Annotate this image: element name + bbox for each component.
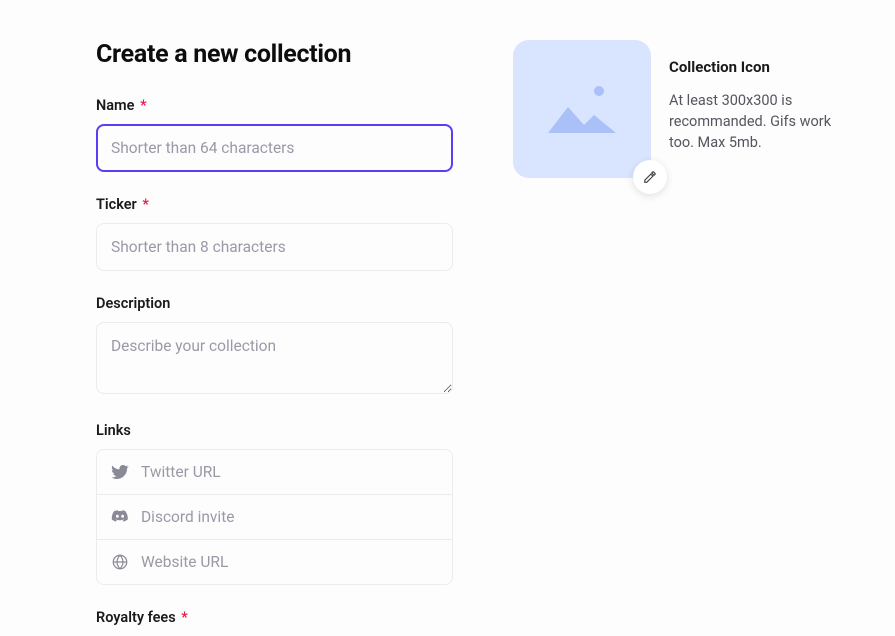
link-row-discord [97, 494, 452, 539]
field-description: Description [96, 295, 453, 398]
links-label-text: Links [96, 422, 131, 439]
ticker-input[interactable] [96, 223, 453, 271]
twitter-input[interactable] [141, 463, 438, 481]
link-row-website [97, 539, 452, 584]
name-input[interactable] [96, 124, 453, 172]
field-links: Links [96, 422, 453, 585]
royalty-label: Royalty fees * [96, 609, 453, 626]
link-row-twitter [97, 450, 452, 494]
icon-meta-title: Collection Icon [669, 58, 859, 76]
royalty-label-text: Royalty fees [96, 609, 176, 626]
links-group [96, 449, 453, 585]
field-name: Name * [96, 97, 453, 172]
name-label-text: Name [96, 97, 134, 114]
name-label: Name * [96, 97, 453, 114]
icon-upload-box[interactable] [513, 40, 651, 178]
discord-input[interactable] [141, 508, 438, 526]
image-placeholder-icon [544, 81, 620, 137]
twitter-icon [111, 463, 129, 481]
links-label: Links [96, 422, 453, 439]
ticker-label: Ticker * [96, 196, 453, 213]
description-label-text: Description [96, 295, 170, 312]
globe-icon [111, 553, 129, 571]
page-title: Create a new collection [96, 40, 453, 69]
create-collection-form: Create a new collection Name * Ticker * … [96, 40, 453, 636]
description-textarea[interactable] [96, 322, 453, 394]
icon-panel: Collection Icon At least 300x300 is reco… [513, 40, 859, 636]
website-input[interactable] [141, 553, 438, 571]
field-royalty: Royalty fees * [96, 609, 453, 626]
icon-meta-helper: At least 300x300 is recommanded. Gifs wo… [669, 90, 859, 153]
required-mark: * [140, 97, 147, 114]
field-ticker: Ticker * [96, 196, 453, 271]
required-mark: * [181, 609, 188, 626]
discord-icon [111, 508, 129, 526]
icon-meta: Collection Icon At least 300x300 is reco… [669, 40, 859, 153]
required-mark: * [142, 196, 149, 213]
pencil-icon [643, 170, 657, 184]
ticker-label-text: Ticker [96, 196, 137, 213]
description-label: Description [96, 295, 453, 312]
edit-icon-button[interactable] [633, 160, 667, 194]
